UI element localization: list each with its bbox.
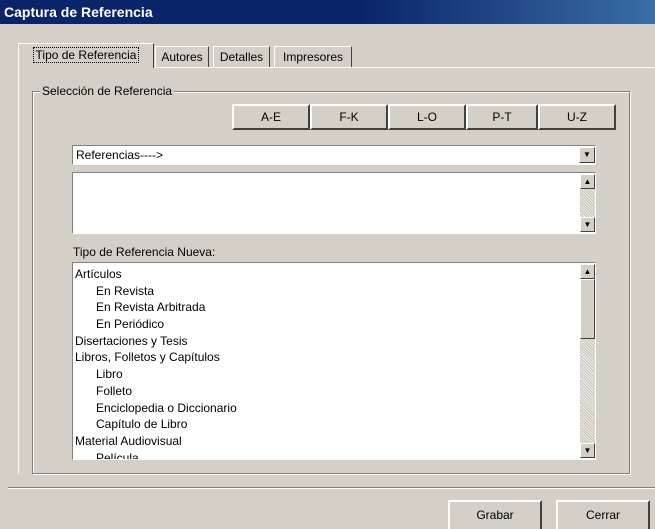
reference-type-listbox[interactable]: Artículos En Revista En Revista Arbitrada E… (72, 262, 596, 460)
tab-label: Autores (161, 50, 203, 64)
list-item[interactable]: Libro (75, 366, 575, 383)
reference-text-area[interactable]: ▲ ▼ (72, 172, 596, 234)
window-title: Captura de Referencia (4, 4, 153, 20)
tab-label: Tipo de Referencia (32, 47, 140, 63)
tab-tipo-de-referencia[interactable]: Tipo de Referencia (18, 43, 154, 68)
list-item[interactable]: Disertaciones y Tesis (75, 333, 575, 350)
scroll-up-icon[interactable]: ▲ (580, 174, 595, 189)
tab-label: Impresores (282, 50, 344, 64)
selection-group-label: Selección de Referencia (40, 84, 175, 98)
list-item[interactable]: En Periódico (75, 316, 575, 333)
scroll-up-icon[interactable]: ▲ (580, 264, 595, 279)
alpha-button-a-e[interactable]: A-E (232, 104, 310, 130)
list-item[interactable]: Artículos (75, 266, 575, 283)
tab-detalles[interactable]: Detalles (213, 46, 270, 67)
list-item[interactable]: Capítulo de Libro (75, 416, 575, 433)
list-item[interactable]: Enciclopedia o Diccionario (75, 400, 575, 417)
reference-type-items: Artículos En Revista En Revista Arbitrada E… (75, 266, 575, 459)
list-item[interactable]: Libros, Folletos y Capítulos (75, 349, 575, 366)
close-button[interactable]: Cerrar (556, 500, 650, 529)
list-item[interactable]: Folleto (75, 383, 575, 400)
referencias-combo[interactable]: Referencias----> ▼ (72, 145, 596, 165)
chevron-down-icon[interactable]: ▼ (579, 147, 595, 163)
separator-highlight (8, 488, 655, 489)
list-item[interactable]: En Revista Arbitrada (75, 299, 575, 316)
save-button[interactable]: Grabar (448, 500, 542, 529)
new-type-label: Tipo de Referencia Nueva: (73, 245, 216, 259)
window-title-bar: Captura de Referencia (0, 0, 655, 24)
scroll-down-icon[interactable]: ▼ (580, 443, 595, 458)
scroll-down-icon[interactable]: ▼ (580, 217, 595, 232)
alpha-button-l-o[interactable]: L-O (388, 104, 466, 130)
tab-label: Detalles (219, 50, 264, 64)
scrollbar-track[interactable] (580, 189, 595, 217)
alpha-button-f-k[interactable]: F-K (310, 104, 388, 130)
alpha-button-p-t[interactable]: P-T (466, 104, 538, 130)
alpha-button-u-z[interactable]: U-Z (538, 104, 616, 130)
tab-impresores[interactable]: Impresores (274, 46, 352, 67)
combo-value: Referencias----> (76, 148, 164, 162)
list-item[interactable]: Material Audiovisual (75, 433, 575, 450)
list-item[interactable]: Película (75, 450, 575, 459)
list-item[interactable]: En Revista (75, 283, 575, 300)
scrollbar-thumb[interactable] (580, 279, 595, 339)
tab-autores[interactable]: Autores (155, 46, 209, 67)
